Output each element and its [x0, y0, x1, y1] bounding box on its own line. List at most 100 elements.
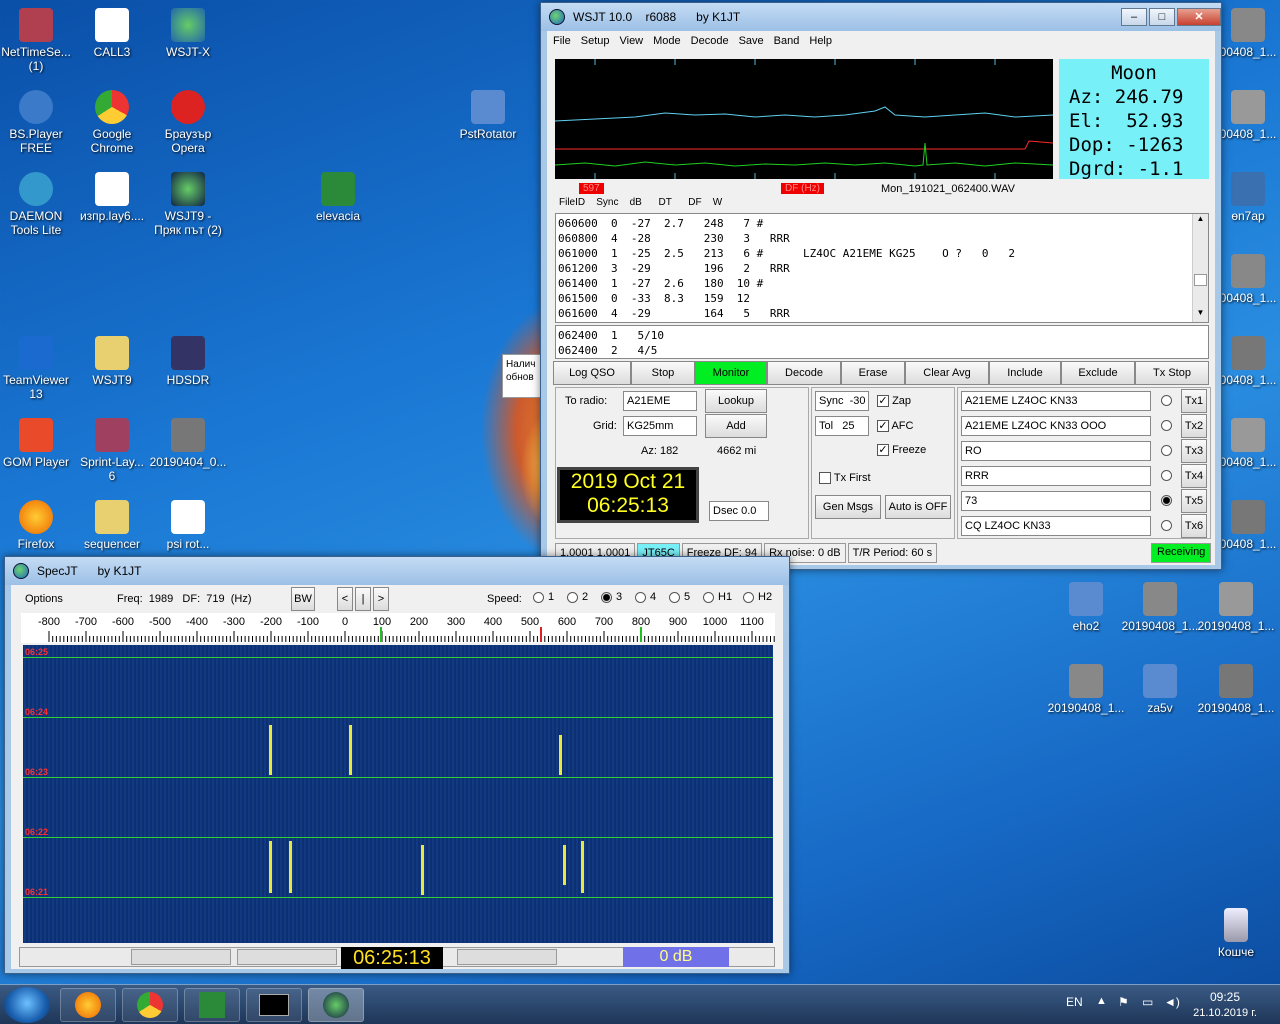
gen-msgs-button[interactable]: Gen Msgs [815, 495, 881, 519]
to-radio-input[interactable]: A21EME [623, 391, 697, 411]
speed-option[interactable]: H2 [743, 591, 772, 603]
desktop-icon-za5v[interactable]: za5v [1120, 664, 1200, 715]
nav-center-button[interactable]: | [355, 587, 371, 611]
tol-field[interactable]: Tol 25 [815, 416, 869, 436]
desktop-icon-bsplayer[interactable]: BS.Player FREE [0, 90, 76, 155]
speed-option[interactable]: 1 [533, 591, 554, 603]
stop-button[interactable]: Stop [631, 361, 695, 385]
desktop-icon-20190404[interactable]: 20190404_0... [148, 418, 228, 469]
speed-option[interactable]: 3 [601, 591, 622, 603]
taskbar-wsjt[interactable] [308, 988, 364, 1022]
auto-button[interactable]: Auto is OFF [885, 495, 951, 519]
desktop-icon-chrome[interactable]: Google Chrome [72, 90, 152, 155]
desktop-icon-teamviewer[interactable]: TeamViewer 13 [0, 336, 76, 401]
desktop-icon-firefox[interactable]: Firefox [0, 500, 76, 551]
taskbar-firefox[interactable] [60, 988, 116, 1022]
network-icon[interactable]: ▭ [1142, 995, 1153, 1009]
tx-message-input[interactable]: CQ LZ4OC KN33 [961, 516, 1151, 536]
speed-option[interactable]: 4 [635, 591, 656, 603]
exclude-button[interactable]: Exclude [1061, 361, 1135, 385]
tx-message-input[interactable]: RO [961, 441, 1151, 461]
taskbar-excel[interactable] [184, 988, 240, 1022]
taskbar-cmd[interactable] [246, 988, 302, 1022]
desktop-icon-call3[interactable]: CALL3 [72, 8, 152, 59]
desktop-icon-elevacia[interactable]: elevacia [298, 172, 378, 223]
tx-message-input[interactable]: 73 [961, 491, 1151, 511]
tx-button[interactable]: Tx2 [1181, 414, 1207, 438]
desktop-icon-sprintlay[interactable]: Sprint-Lay... 6 [72, 418, 152, 483]
speed-option[interactable]: 5 [669, 591, 690, 603]
tx-select-radio[interactable] [1161, 445, 1172, 456]
tx-select-radio[interactable] [1161, 520, 1172, 531]
desktop-icon-wsjt9[interactable]: WSJT9 [72, 336, 152, 387]
desktop-icon-eho2[interactable]: eho2 [1046, 582, 1126, 633]
desktop-icon-photo-10[interactable]: 20190408_1... [1196, 664, 1276, 715]
desktop-icon-hdsdr[interactable]: HDSDR [148, 336, 228, 387]
tx-stop-button[interactable]: Tx Stop [1135, 361, 1209, 385]
desktop-icon-wsjt9-shortcut[interactable]: WSJT9 - Пряк път (2) [148, 172, 228, 237]
close-button[interactable]: ✕ [1177, 8, 1221, 26]
dsec-field[interactable]: Dsec 0.0 [709, 501, 769, 521]
options-menu[interactable]: Options [25, 593, 63, 605]
tx-button[interactable]: Tx6 [1181, 514, 1207, 538]
zap-checkbox[interactable]: ✓ Zap [877, 395, 911, 408]
minimize-button[interactable]: – [1121, 8, 1147, 26]
include-button[interactable]: Include [989, 361, 1061, 385]
scroll-up-icon[interactable]: ▲ [1193, 214, 1208, 228]
tray-clock[interactable]: 09:25 21.10.2019 г. [1186, 989, 1264, 1021]
afc-checkbox[interactable]: ✓ AFC [877, 420, 913, 433]
tx-select-radio[interactable] [1161, 420, 1172, 431]
frequency-scale[interactable]: -800 -700 -600 -500 -400 -300 -200 -100 0 100 200 3… [21, 613, 786, 643]
desktop-icon-photo-8[interactable]: 20190408_1... [1196, 582, 1276, 633]
tx-first-checkbox[interactable]: Tx First [819, 472, 871, 485]
tx-message-input[interactable]: A21EME LZ4OC KN33 OOO [961, 416, 1151, 436]
maximize-button[interactable]: □ [1149, 8, 1175, 26]
desktop-icon-pstrotator[interactable]: PstRotator [448, 90, 528, 141]
tray-expand-icon[interactable]: ▲ [1096, 995, 1107, 1007]
nav-left-button[interactable]: < [337, 587, 353, 611]
sync-field[interactable]: Sync -30 [815, 391, 869, 411]
grid-input[interactable]: KG25mm [623, 416, 697, 436]
taskbar-chrome[interactable] [122, 988, 178, 1022]
menu-decode[interactable]: Decode [691, 35, 729, 47]
desktop-icon-photo-7[interactable]: 20190408_1... [1120, 582, 1200, 633]
tx-button[interactable]: Tx4 [1181, 464, 1207, 488]
start-button[interactable] [4, 987, 50, 1023]
desktop-icon-sequencer[interactable]: sequencer [72, 500, 152, 551]
desktop-icon-recycle-bin[interactable]: Кошче [1196, 908, 1276, 959]
menu-view[interactable]: View [619, 35, 643, 47]
menu-help[interactable]: Help [809, 35, 832, 47]
desktop-icon-psirot[interactable]: psi rot... [148, 500, 228, 551]
tx-select-radio[interactable] [1161, 470, 1172, 481]
desktop-icon-izpr[interactable]: изпр.lay6.... [72, 172, 152, 223]
average-list[interactable]: 062400 1 5/10 062400 2 4/5 [555, 325, 1209, 359]
desktop-icon-opera[interactable]: Браузър Opera [148, 90, 228, 155]
erase-button[interactable]: Erase [841, 361, 905, 385]
freeze-checkbox[interactable]: ✓ Freeze [877, 444, 926, 457]
gain-slider[interactable] [457, 949, 557, 965]
speed-option[interactable]: H1 [703, 591, 732, 603]
menu-band[interactable]: Band [774, 35, 800, 47]
speed-option[interactable]: 2 [567, 591, 588, 603]
contrast-slider[interactable] [237, 949, 337, 965]
tx-select-radio[interactable] [1161, 495, 1172, 506]
decode-scrollbar[interactable]: ▲ ▼ [1192, 214, 1208, 322]
scroll-down-icon[interactable]: ▼ [1193, 308, 1208, 322]
waterfall-display[interactable]: 06:25 06:24 06:23 06:22 06:21 [23, 645, 773, 943]
desktop-icon-daemon[interactable]: DAEMON Tools Lite [0, 172, 76, 237]
tx-message-input[interactable]: A21EME LZ4OC KN33 [961, 391, 1151, 411]
tx-select-radio[interactable] [1161, 395, 1172, 406]
tx-button[interactable]: Tx1 [1181, 389, 1207, 413]
tx-button[interactable]: Tx5 [1181, 489, 1207, 513]
log-qso-button[interactable]: Log QSO [553, 361, 631, 385]
desktop-icon-wsjtx[interactable]: WSJT-X [148, 8, 228, 59]
menu-setup[interactable]: Setup [581, 35, 610, 47]
signal-plot[interactable] [554, 59, 1054, 179]
decode-list[interactable]: 060600 0 -27 2.7 248 7 # 060800 4 -28 23… [555, 213, 1209, 323]
add-button[interactable]: Add [705, 414, 767, 438]
clear-avg-button[interactable]: Clear Avg [905, 361, 989, 385]
specjt-titlebar[interactable]: SpecJT by K1JT [5, 557, 789, 585]
menu-file[interactable]: File [553, 35, 571, 47]
update-notice[interactable]: Налич обнов [502, 354, 542, 398]
volume-icon[interactable]: ◄) [1164, 995, 1180, 1009]
